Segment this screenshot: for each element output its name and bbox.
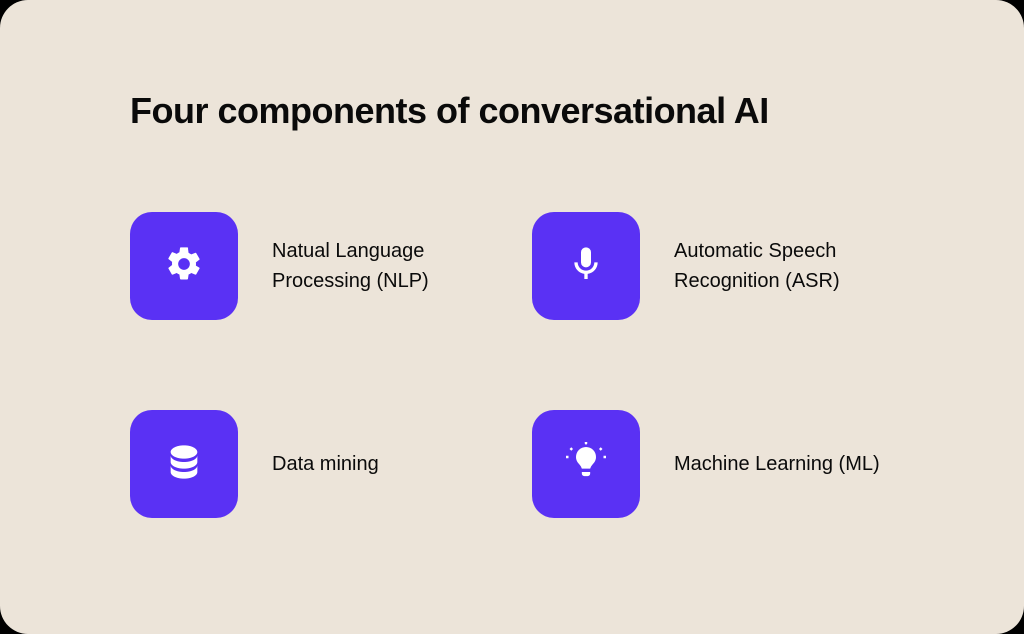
lightbulb-icon: [566, 442, 606, 487]
microphone-icon: [566, 244, 606, 289]
database-icon: [164, 442, 204, 487]
component-label: Automatic Speech Recognition (ASR): [674, 236, 884, 296]
component-label: Machine Learning (ML): [674, 449, 880, 479]
diagram-title: Four components of conversational AI: [130, 90, 894, 132]
tile-data-mining: [130, 410, 238, 518]
component-label: Data mining: [272, 449, 379, 479]
component-label: Natual Language Processing (NLP): [272, 236, 482, 296]
component-nlp: Natual Language Processing (NLP): [130, 212, 492, 320]
component-asr: Automatic Speech Recognition (ASR): [532, 212, 894, 320]
tile-asr: [532, 212, 640, 320]
component-ml: Machine Learning (ML): [532, 410, 894, 518]
components-grid: Natual Language Processing (NLP) Automat…: [130, 212, 894, 518]
tile-ml: [532, 410, 640, 518]
tile-nlp: [130, 212, 238, 320]
gear-icon: [164, 244, 204, 289]
component-data-mining: Data mining: [130, 410, 492, 518]
diagram-card: Four components of conversational AI Nat…: [0, 0, 1024, 634]
